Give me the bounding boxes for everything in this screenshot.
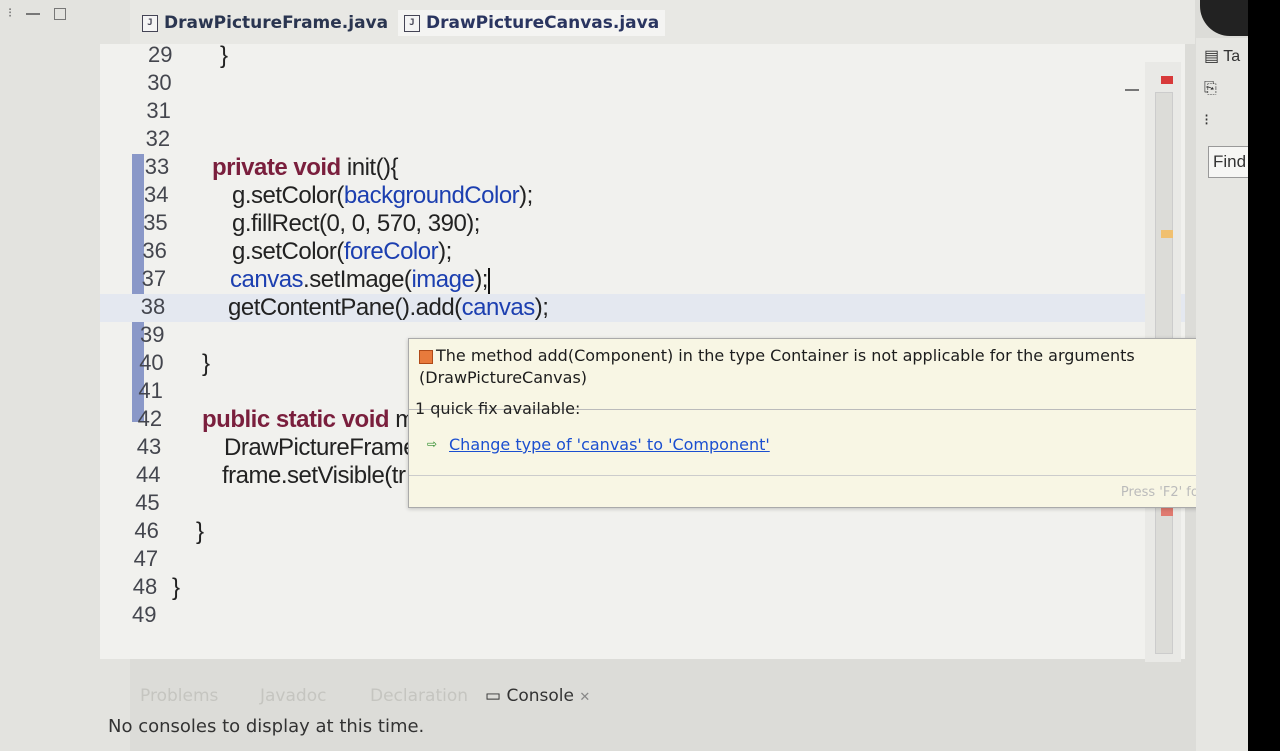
quickfix-link[interactable]: Change type of 'canvas' to 'Component' xyxy=(449,435,770,454)
code-text: } xyxy=(202,350,210,377)
line-number: 41 xyxy=(138,378,163,403)
line-number: 45 xyxy=(135,490,160,515)
tab-label: DrawPictureCanvas.java xyxy=(426,13,660,33)
line-number: 31 xyxy=(146,98,171,123)
task-list-icon: ▤ xyxy=(1204,48,1220,65)
error-marker[interactable] xyxy=(1161,508,1173,516)
code-line[interactable]: 30 xyxy=(100,70,1185,98)
tab-declaration[interactable]: Declaration xyxy=(370,686,468,706)
code-line[interactable]: 49 xyxy=(100,602,1185,630)
line-number: 49 xyxy=(132,602,157,627)
code-text: } xyxy=(220,42,228,69)
quickfix-icon: ⇨ xyxy=(427,437,438,451)
line-number: 34 xyxy=(144,182,169,207)
code-text: getContentPane().add(canvas); xyxy=(228,294,549,321)
code-line[interactable]: 46} xyxy=(100,518,1185,546)
error-marker[interactable] xyxy=(1161,76,1173,84)
console-icon: ▭ xyxy=(485,686,502,706)
task-list-tab[interactable]: ▤ Ta xyxy=(1204,46,1240,66)
code-line[interactable]: 31 xyxy=(100,98,1185,126)
bottom-view-tabs: Problems Javadoc Declaration ▭ Console ✕ xyxy=(100,680,1185,710)
close-tab-icon[interactable]: ✕ xyxy=(579,690,590,705)
task-list-label: Ta xyxy=(1223,48,1241,65)
line-number: 29 xyxy=(148,42,173,67)
code-text: g.setColor(backgroundColor); xyxy=(232,182,533,209)
quickfix-label: 1 quick fix available: xyxy=(415,399,581,418)
new-task-icon[interactable]: ⎘ xyxy=(1204,80,1217,98)
line-number: 43 xyxy=(136,434,162,459)
line-number: 38 xyxy=(140,294,166,319)
tab-label: DrawPictureFrame.java xyxy=(164,13,389,33)
line-number: 40 xyxy=(139,350,164,375)
line-number: 32 xyxy=(145,126,171,151)
tab-console-label: Console xyxy=(506,686,574,706)
error-hover-popup: The method add(Component) in the type Co… xyxy=(408,338,1248,508)
right-panel: ▤ Ta ⎘ ⁝ Find xyxy=(1196,38,1254,751)
code-text: } xyxy=(172,574,180,601)
line-number: 37 xyxy=(141,266,167,291)
tab-javadoc[interactable]: Javadoc xyxy=(260,686,326,706)
code-line[interactable]: 48} xyxy=(100,574,1185,602)
console-message: No consoles to display at this time. xyxy=(108,716,425,737)
error-text: The method add(Component) in the type Co… xyxy=(419,346,1135,387)
screen-edge xyxy=(1248,0,1280,751)
editor-tab-bar: J DrawPictureFrame.java ✕ J DrawPictureC… xyxy=(130,0,1195,44)
line-number: 47 xyxy=(133,546,159,571)
tab-console[interactable]: ▭ Console ✕ xyxy=(485,686,590,706)
code-text: private void init(){ xyxy=(212,154,399,181)
code-text: } xyxy=(196,518,204,545)
minimize-icon[interactable] xyxy=(26,12,41,15)
warning-marker[interactable] xyxy=(1161,230,1173,238)
line-number: 44 xyxy=(136,462,161,487)
code-line[interactable]: 35 g.fillRect(0, 0, 570, 390); xyxy=(100,210,1185,238)
code-text: frame.setVisible(tr xyxy=(222,462,406,489)
code-line[interactable]: 29} xyxy=(100,42,1185,70)
code-line[interactable]: 37 canvas.setImage(image); xyxy=(100,266,1185,294)
line-number: 42 xyxy=(137,406,163,431)
view-menu-icon[interactable]: ⁝ xyxy=(8,6,12,21)
code-text: canvas.setImage(image); xyxy=(230,266,490,294)
java-file-icon: J xyxy=(404,14,420,32)
code-line[interactable]: 38 getContentPane().add(canvas); xyxy=(100,294,1185,322)
divider xyxy=(409,475,1247,476)
code-text: g.fillRect(0, 0, 570, 390); xyxy=(232,210,480,237)
error-icon xyxy=(419,349,433,364)
code-text: g.setColor(foreColor); xyxy=(232,238,452,265)
tab-drawpictureframe[interactable]: J DrawPictureFrame.java ✕ xyxy=(142,10,409,36)
code-text: DrawPictureFrame xyxy=(224,434,417,461)
code-line[interactable]: 32 xyxy=(100,126,1185,154)
line-number: 36 xyxy=(142,238,167,263)
line-number: 30 xyxy=(147,70,172,95)
line-number: 33 xyxy=(144,154,170,179)
code-line[interactable]: 34 g.setColor(backgroundColor); xyxy=(100,182,1185,210)
line-number: 35 xyxy=(143,210,168,235)
minimize-icon[interactable] xyxy=(1125,89,1139,91)
code-text: public static void m xyxy=(202,406,415,433)
code-line[interactable]: 36 g.setColor(foreColor); xyxy=(100,238,1185,266)
code-line[interactable]: 47 xyxy=(100,546,1185,574)
code-line[interactable]: 33 private void init(){ xyxy=(100,154,1185,182)
line-number: 39 xyxy=(140,322,165,347)
view-menu-icon[interactable]: ⁝ xyxy=(1204,110,1209,130)
tab-drawpicturecanvas[interactable]: J DrawPictureCanvas.java xyxy=(398,10,666,36)
text-cursor xyxy=(487,267,490,294)
java-file-icon: J xyxy=(142,14,158,32)
tab-problems[interactable]: Problems xyxy=(140,686,218,706)
error-message: The method add(Component) in the type Co… xyxy=(419,345,1234,389)
left-window-controls: ⁝ xyxy=(8,6,67,21)
maximize-icon[interactable] xyxy=(54,7,67,20)
line-number: 46 xyxy=(134,518,159,543)
